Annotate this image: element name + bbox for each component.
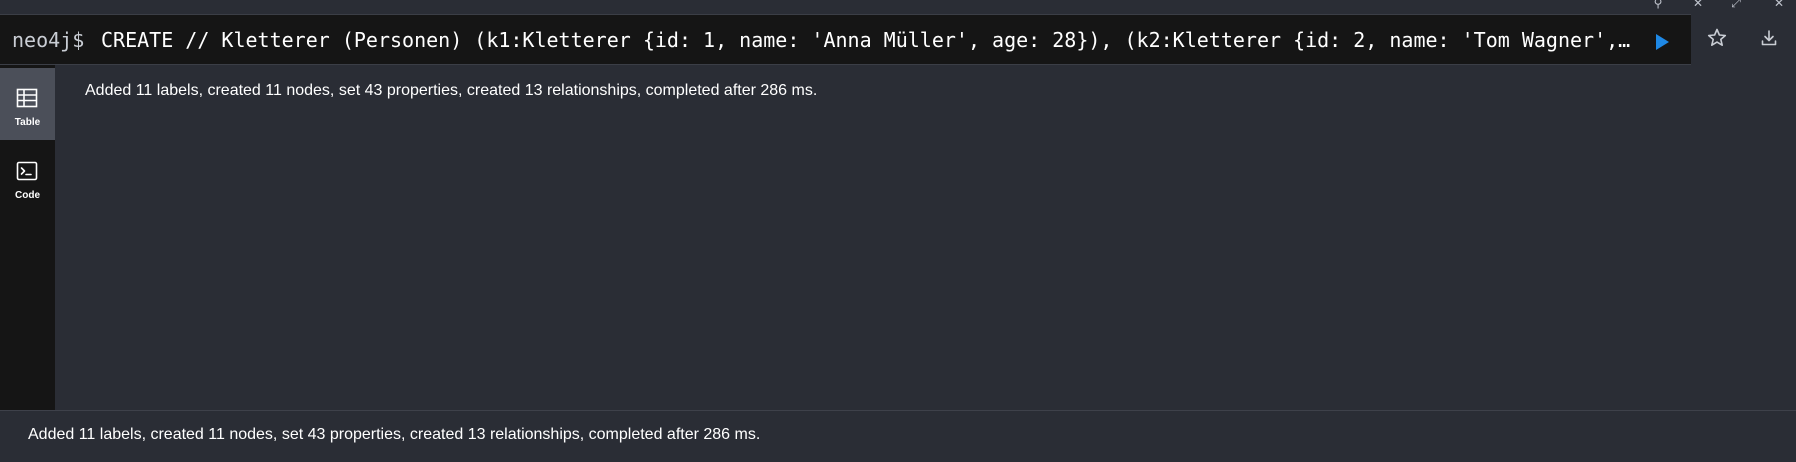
tab-table[interactable]: Table [0, 68, 55, 140]
download-icon [1761, 30, 1777, 46]
window-top-strip: ⚲ ✕ ⤢ ✕ [0, 0, 1796, 14]
favorite-button[interactable] [1705, 26, 1729, 50]
play-icon [1656, 34, 1669, 50]
result-view-sidebar: Table Code [0, 65, 55, 410]
tab-code-label: Code [15, 190, 40, 201]
result-message: Added 11 labels, created 11 nodes, set 4… [85, 82, 818, 99]
editor-prompt: neo4j$ [12, 28, 85, 52]
query-editor[interactable]: neo4j$ CREATE // Kletterer (Personen) (k… [0, 14, 1691, 65]
query-input[interactable]: CREATE // Kletterer (Personen) (k1:Klett… [101, 28, 1639, 52]
close-icon[interactable]: ✕ [1690, 0, 1706, 9]
pin-icon[interactable]: ⚲ [1650, 0, 1666, 9]
star-icon [1707, 28, 1727, 46]
table-icon [16, 88, 38, 108]
tab-code[interactable]: Code [0, 141, 55, 213]
close-frame-icon[interactable]: ✕ [1771, 0, 1787, 9]
status-message: Added 11 labels, created 11 nodes, set 4… [28, 426, 761, 443]
expand-icon[interactable]: ⤢ [1728, 0, 1744, 9]
download-button[interactable] [1757, 26, 1781, 50]
status-bar: Added 11 labels, created 11 nodes, set 4… [0, 410, 1796, 462]
run-button[interactable] [1652, 32, 1672, 52]
tab-table-label: Table [14, 117, 41, 128]
code-icon [16, 161, 38, 181]
